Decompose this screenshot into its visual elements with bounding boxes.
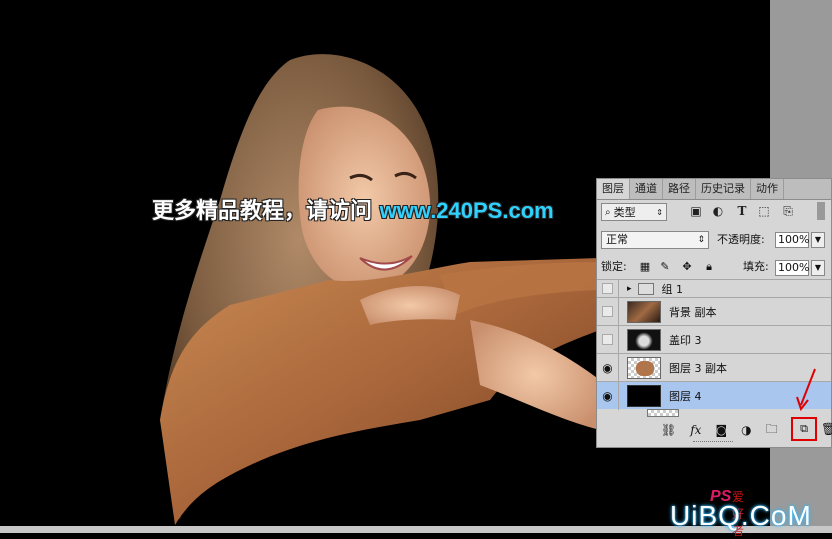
lock-label: 锁定: bbox=[601, 260, 627, 273]
image-filter-icon[interactable]: ▣ bbox=[689, 204, 703, 218]
adjustment-filter-icon[interactable]: ◐ bbox=[711, 204, 725, 218]
layer-name: 组 1 bbox=[661, 282, 684, 296]
fx-icon[interactable]: fx bbox=[690, 423, 701, 437]
layer-row[interactable]: ▸ 组 1 bbox=[597, 279, 831, 298]
visibility-toggle[interactable] bbox=[597, 325, 619, 354]
layer-thumbnail bbox=[627, 300, 661, 323]
logo-uibo: UiBQ.CoM bbox=[670, 500, 812, 531]
watermark-chinese: 更多精品教程，请访问 bbox=[152, 199, 380, 224]
layer-row[interactable]: 盖印 3 bbox=[597, 325, 831, 354]
lock-transparency-icon[interactable]: ▦ bbox=[639, 261, 651, 273]
layer-thumbnail bbox=[627, 328, 661, 351]
folder-icon bbox=[637, 282, 654, 295]
tab-paths[interactable]: 路径 bbox=[663, 179, 696, 199]
tab-history[interactable]: 历史记录 bbox=[696, 179, 751, 199]
layer-name: 背景 副本 bbox=[669, 305, 717, 319]
layer-filter-select[interactable]: ⌕ 类型 ⇕ bbox=[601, 203, 667, 221]
lock-position-icon[interactable]: ✥ bbox=[681, 261, 693, 273]
panel-resize-grip[interactable] bbox=[693, 441, 733, 445]
chevron-updown-icon: ⇕ bbox=[656, 207, 663, 217]
lock-all-icon[interactable]: 🔒︎ bbox=[703, 261, 715, 273]
layer-thumbnail bbox=[627, 384, 661, 407]
search-icon: ⌕ bbox=[605, 206, 611, 218]
chevron-updown-icon: ⇕ bbox=[697, 235, 705, 245]
folder-icon[interactable]: 🗀 bbox=[766, 420, 778, 441]
smart-object-filter-icon[interactable]: ⎘ bbox=[781, 204, 795, 218]
layer-name: 图层 4 bbox=[669, 389, 702, 403]
tab-actions[interactable]: 动作 bbox=[751, 179, 784, 199]
blend-mode-value: 正常 bbox=[606, 233, 628, 246]
text-filter-icon[interactable]: T bbox=[735, 204, 749, 218]
eye-icon[interactable]: ◉ bbox=[597, 353, 619, 382]
opacity-label: 不透明度: bbox=[717, 233, 765, 246]
layer-row[interactable]: 背景 副本 bbox=[597, 297, 831, 326]
filter-toggle-icon[interactable] bbox=[817, 202, 825, 220]
panel-tabs: 图层 通道 路径 历史记录 动作 bbox=[597, 179, 831, 200]
layer-thumbnail-partial bbox=[647, 409, 679, 417]
trash-icon[interactable]: 🗑 bbox=[821, 422, 832, 436]
eye-icon[interactable]: ◉ bbox=[597, 381, 619, 410]
lock-brush-icon[interactable]: ✎ bbox=[659, 261, 671, 273]
fill-input[interactable]: 100% bbox=[775, 260, 809, 276]
opacity-input[interactable]: 100% bbox=[775, 232, 809, 248]
shape-filter-icon[interactable]: ⬚ bbox=[757, 204, 771, 218]
watermark-text: 更多精品教程，请访问 www.240PS.com bbox=[152, 193, 554, 225]
blend-mode-select[interactable]: 正常 ⇕ bbox=[601, 231, 709, 249]
link-icon[interactable]: ⛓ bbox=[661, 423, 676, 437]
visibility-toggle[interactable] bbox=[597, 297, 619, 326]
adjustment-icon[interactable]: ◑ bbox=[741, 423, 751, 437]
tab-layers[interactable]: 图层 bbox=[597, 179, 630, 199]
fill-label: 填充: bbox=[743, 260, 769, 273]
layer-name: 盖印 3 bbox=[669, 333, 702, 347]
mask-icon[interactable]: ◙ bbox=[715, 423, 727, 437]
filter-label: 类型 bbox=[613, 206, 636, 219]
layer-thumbnail bbox=[627, 356, 661, 379]
opacity-dropdown-button[interactable]: ▼ bbox=[811, 232, 825, 248]
watermark-url: www.240PS.com bbox=[379, 198, 554, 223]
visibility-toggle[interactable] bbox=[597, 279, 619, 298]
new-layer-icon: ⧉ bbox=[800, 422, 808, 435]
fill-dropdown-button[interactable]: ▼ bbox=[811, 260, 825, 276]
chevron-right-icon[interactable]: ▸ bbox=[627, 284, 632, 294]
tab-channels[interactable]: 通道 bbox=[630, 179, 663, 199]
layer-name: 图层 3 副本 bbox=[669, 361, 727, 375]
new-layer-button[interactable]: ⧉ bbox=[791, 417, 817, 441]
red-arrow-annotation bbox=[796, 368, 816, 412]
